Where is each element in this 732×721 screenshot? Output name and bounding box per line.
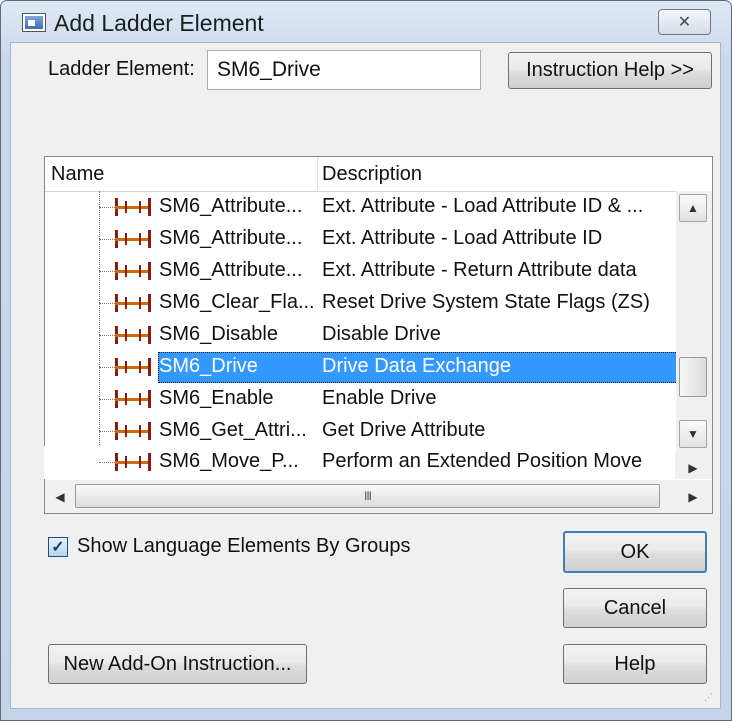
scroll-down-button[interactable]: ▼ [679,420,707,448]
ladder-rung-icon [115,422,151,440]
list-item[interactable]: SM6_Attribute... Ext. Attribute - Load A… [45,223,673,256]
scroll-right-button[interactable]: ▶ [682,484,704,510]
arrow-right-icon: ▶ [688,461,698,475]
arrow-left-icon: ◀ [55,490,65,504]
ladder-rung-icon [115,390,151,408]
item-name: SM6_Attribute... [159,195,303,217]
item-name: SM6_Clear_Fla... [159,291,315,313]
item-description: Enable Drive [322,387,437,409]
list-item[interactable]: SM6_Get_Attri... Get Drive Attribute [45,415,673,448]
dialog-title: Add Ladder Element [54,10,264,36]
scroll-left-button[interactable]: ◀ [49,484,71,510]
header-name[interactable]: Name [51,163,104,186]
item-name: SM6_Enable [159,387,274,409]
item-description: Get Drive Attribute [322,419,486,441]
item-description: Perform an Extended Position Move [322,450,643,472]
scroll-up-button[interactable]: ▲ [679,194,707,222]
ladder-rung-icon [115,358,151,376]
item-description: Ext. Attribute - Load Attribute ID & ... [322,195,644,217]
item-description: Ext. Attribute - Load Attribute ID [322,227,603,249]
list-item[interactable]: SM6_Attribute... Ext. Attribute - Return… [45,255,673,288]
show-groups-label[interactable]: Show Language Elements By Groups [77,535,411,558]
close-button[interactable]: ✕ [658,9,711,35]
new-add-on-instruction-button[interactable]: New Add-On Instruction... [48,644,307,684]
horizontal-scrollbar[interactable]: ◀ III ▶ [44,480,713,514]
arrow-down-icon: ▼ [687,427,699,441]
checkmark-icon: ✓ [51,539,65,556]
title-bar[interactable]: Add Ladder Element ✕ [1,1,731,41]
close-icon: ✕ [677,14,692,31]
list-item[interactable]: SM6_Attribute... Ext. Attribute - Load A… [45,191,673,224]
header-description[interactable]: Description [322,163,422,186]
ok-button[interactable]: OK [563,531,707,573]
item-description: Reset Drive System State Flags (ZS) [322,291,650,313]
list-item[interactable]: SM6_Move_P... Perform an Extended Positi… [44,446,675,479]
item-name: SM6_Attribute... [159,227,303,249]
list-item[interactable]: SM6_Clear_Fla... Reset Drive System Stat… [45,287,673,320]
grip-icon: III [363,489,372,503]
ladder-element-input[interactable]: SM6_Drive [207,50,481,90]
list-item-selected[interactable]: SM6_Drive Drive Data Exchange [45,351,680,384]
item-description: Drive Data Exchange [322,355,511,377]
element-list[interactable]: Name Description SM6_Attribute... Ext. A… [44,156,713,486]
header-separator[interactable] [317,157,318,190]
list-header: Name Description [45,157,712,192]
ladder-element-label: Ladder Element: [48,58,195,80]
scroll-thumb[interactable] [679,357,707,397]
item-description: Disable Drive [322,323,441,345]
list-item[interactable]: SM6_Enable Enable Drive [45,383,673,416]
app-icon [22,13,46,32]
show-groups-checkbox[interactable]: ✓ [48,537,68,557]
item-name: SM6_Move_P... [159,450,299,472]
item-description: Ext. Attribute - Return Attribute data [322,259,637,281]
ladder-rung-icon [115,294,151,312]
item-name: SM6_Drive [159,355,258,377]
hscroll-thumb[interactable]: III [75,484,660,508]
vertical-scrollbar[interactable]: ▲ ▼ [676,191,712,451]
arrow-up-icon: ▲ [687,201,699,215]
ladder-rung-icon [115,262,151,280]
cancel-button[interactable]: Cancel [563,588,707,628]
help-button[interactable]: Help [563,644,707,684]
scroll-right-button[interactable]: ▶ [682,455,704,481]
ladder-rung-icon [115,453,151,471]
item-name: SM6_Attribute... [159,259,303,281]
arrow-right-icon: ▶ [688,490,698,504]
ladder-rung-icon [115,198,151,216]
item-name: SM6_Disable [159,323,278,345]
ladder-rung-icon [115,230,151,248]
list-item[interactable]: SM6_Disable Disable Drive [45,319,673,352]
ladder-rung-icon [115,326,151,344]
instruction-help-button[interactable]: Instruction Help >> [508,52,712,89]
item-name: SM6_Get_Attri... [159,419,307,441]
resize-grip-icon[interactable]: ⋰ [704,692,718,706]
